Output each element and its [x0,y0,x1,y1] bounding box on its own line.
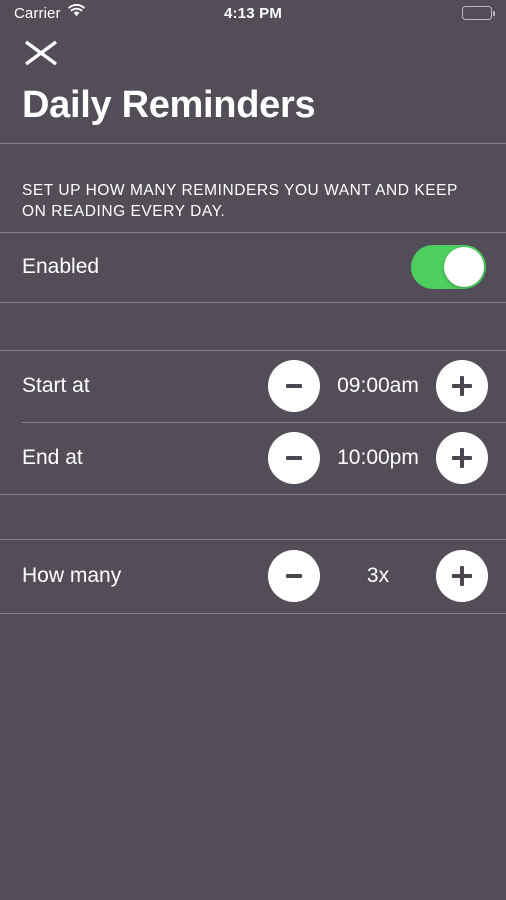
minus-icon [286,456,302,460]
description-text: SET UP HOW MANY REMINDERS YOU WANT AND K… [22,182,458,220]
header-divider [0,143,506,144]
status-bar: Carrier 4:13 PM [0,0,506,26]
page-title: Daily Reminders [22,84,316,126]
plus-icon [452,566,472,586]
plus-icon [452,376,472,396]
daily-reminders-screen: Carrier 4:13 PM Daily Reminders SET UP H [0,0,506,900]
row-start-at: Start at 09:00am [0,350,506,422]
how-many-label: How many [22,564,122,587]
end-at-value: 10:00pm [337,446,419,469]
enabled-bottom-divider [0,302,506,303]
start-at-label: Start at [22,374,90,397]
end-at-decrement-button[interactable] [268,432,320,484]
start-at-increment-button[interactable] [436,360,488,412]
end-at-label: End at [22,446,83,469]
row-end-at: End at 10:00pm [0,422,506,494]
battery-full-icon [462,6,495,20]
start-at-stepper: 09:00am [268,360,488,412]
start-at-value: 09:00am [337,374,419,397]
how-many-decrement-button[interactable] [268,550,320,602]
minus-icon [286,384,302,388]
how-many-stepper: 3x [268,550,488,602]
toggle-knob [444,247,484,287]
row-how-many: How many 3x [0,539,506,613]
plus-icon [452,448,472,468]
status-bar-right [282,6,495,20]
how-many-increment-button[interactable] [436,550,488,602]
carrier-label: Carrier [14,4,61,22]
row-enabled[interactable]: Enabled [0,232,506,302]
time-section-bottom-divider [0,494,506,495]
how-many-value: 3x [366,564,390,587]
how-many-bottom-divider [0,613,506,614]
end-at-stepper: 10:00pm [268,432,488,484]
minus-icon [286,574,302,578]
enabled-toggle[interactable] [411,245,486,289]
start-at-decrement-button[interactable] [268,360,320,412]
close-icon[interactable] [17,32,65,74]
status-bar-left: Carrier [14,4,224,22]
status-bar-clock: 4:13 PM [223,4,283,22]
enabled-label: Enabled [22,255,100,278]
wifi-icon [67,4,85,22]
end-at-increment-button[interactable] [436,432,488,484]
